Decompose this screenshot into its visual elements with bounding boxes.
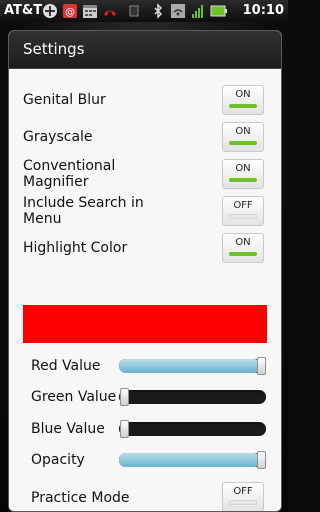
blue-value-slider[interactable] [119, 420, 266, 438]
toggle-state-label: ON [235, 237, 251, 248]
dialog-body: Genital Blur ON Grayscale ON Conventiona… [9, 69, 281, 511]
red-value-label: Red Value [31, 358, 101, 374]
toggle-state-label: ON [235, 163, 251, 174]
toggle-indicator [229, 500, 257, 505]
slider-thumb[interactable] [257, 451, 266, 469]
red-value-slider[interactable] [119, 357, 266, 375]
slider-fill [119, 453, 261, 467]
toggle-indicator [229, 178, 257, 182]
plus-icon [43, 4, 57, 18]
highlight-color-label: Highlight Color [23, 240, 128, 256]
genital-blur-label: Genital Blur [23, 92, 106, 108]
wifi-icon [171, 4, 185, 18]
practice-mode-label: Practice Mode [31, 490, 130, 506]
grayscale-toggle[interactable]: ON [222, 122, 264, 152]
toggle-state-label: OFF [233, 200, 253, 211]
battery-icon [210, 5, 227, 17]
signal-icon [192, 5, 203, 18]
usb-icon [129, 5, 139, 17]
practice-mode-toggle[interactable]: OFF [222, 482, 264, 511]
opacity-label: Opacity [31, 452, 85, 468]
toggle-indicator [229, 141, 257, 145]
blue-value-label: Blue Value [31, 421, 105, 437]
toggle-indicator [229, 214, 257, 219]
toggle-indicator [229, 252, 257, 256]
opacity-slider[interactable] [119, 451, 266, 469]
svg-text:@: @ [65, 7, 75, 18]
dialog-title: Settings [9, 31, 281, 69]
slider-fill [119, 359, 261, 373]
settings-dialog: Settings Genital Blur ON Grayscale ON Co… [8, 30, 282, 512]
status-bar: AT&T @ 10:10 [0, 0, 288, 22]
email-icon: @ [63, 4, 77, 18]
include-search-toggle[interactable]: OFF [222, 196, 264, 226]
include-search-label: Include Search in Menu [23, 195, 144, 227]
highlight-color-swatch [23, 305, 267, 343]
toggle-indicator [229, 104, 257, 108]
toggle-state-label: ON [235, 126, 251, 137]
toggle-state-label: OFF [233, 486, 253, 497]
calendar-icon [83, 5, 97, 18]
missed-call-icon [104, 10, 116, 16]
carrier-label: AT&T [4, 3, 43, 18]
green-value-slider[interactable] [119, 388, 266, 406]
genital-blur-toggle[interactable]: ON [222, 85, 264, 115]
toggle-state-label: ON [235, 89, 251, 100]
conventional-magnifier-label: Conventional Magnifier [23, 158, 116, 190]
bluetooth-icon [154, 3, 163, 19]
slider-thumb[interactable] [120, 420, 129, 438]
clock: 10:10 [242, 3, 284, 18]
slider-thumb[interactable] [120, 388, 129, 406]
highlight-color-toggle[interactable]: ON [222, 233, 264, 263]
conventional-magnifier-toggle[interactable]: ON [222, 159, 264, 189]
green-value-label: Green Value [31, 389, 117, 405]
grayscale-label: Grayscale [23, 129, 93, 145]
slider-thumb[interactable] [257, 357, 266, 375]
